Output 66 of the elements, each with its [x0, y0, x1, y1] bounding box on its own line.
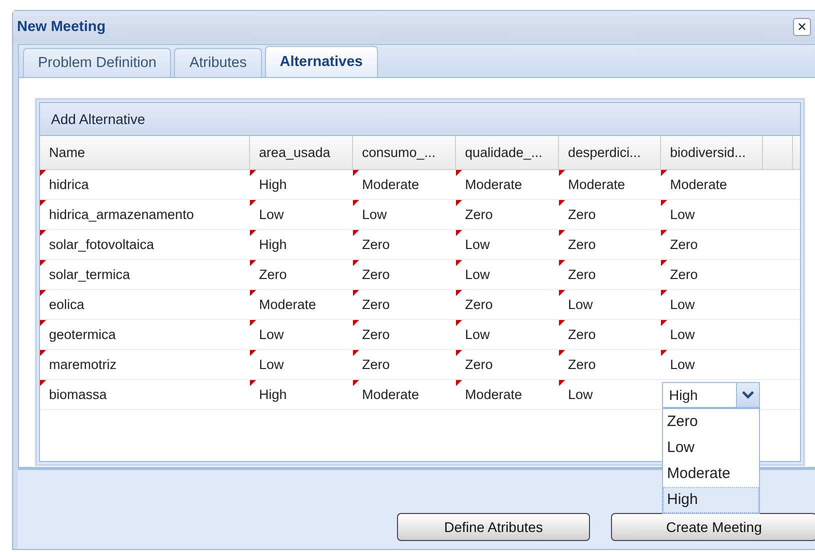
table-cell: Low — [456, 230, 559, 259]
dropdown-option[interactable]: High — [663, 487, 759, 513]
table-cell: Low — [661, 290, 763, 319]
grid-title: Add Alternative — [39, 102, 801, 135]
table-cell: Zero — [250, 260, 353, 289]
dropdown-option[interactable]: Zero — [663, 409, 759, 435]
dropdown-field[interactable]: High — [662, 382, 760, 408]
table-cell: Zero — [353, 230, 456, 259]
table-cell: Low — [250, 200, 353, 229]
table-cell: Moderate — [559, 170, 661, 199]
column-header[interactable]: biodiversid... — [661, 136, 763, 169]
table-cell: Low — [661, 350, 763, 379]
table-cell: maremotriz — [40, 350, 250, 379]
dropdown-option[interactable]: Moderate — [663, 461, 759, 487]
table-cell: Zero — [559, 320, 661, 349]
table-cell: Moderate — [353, 380, 456, 409]
table-cell: Zero — [661, 230, 763, 259]
window-title: New Meeting — [17, 18, 106, 34]
column-header[interactable]: Name — [40, 136, 250, 169]
table-cell: Zero — [353, 290, 456, 319]
dropdown-option[interactable]: Low — [663, 435, 759, 461]
table-cell: Zero — [559, 200, 661, 229]
table-cell: geotermica — [40, 320, 250, 349]
table-cell: Zero — [456, 350, 559, 379]
table-cell: Zero — [353, 320, 456, 349]
table-cell: Zero — [456, 290, 559, 319]
table-cell: Zero — [559, 350, 661, 379]
table-cell: Low — [250, 350, 353, 379]
table-cell: Moderate — [456, 170, 559, 199]
table-cell: hidrica — [40, 170, 250, 199]
column-header[interactable]: qualidade_... — [456, 136, 559, 169]
column-header[interactable]: desperdici... — [559, 136, 661, 169]
table-cell: Moderate — [456, 380, 559, 409]
table-cell: High — [250, 170, 353, 199]
table-cell: solar_fotovoltaica — [40, 230, 250, 259]
table-cell: Low — [456, 260, 559, 289]
table-cell: Moderate — [353, 170, 456, 199]
column-header[interactable]: consumo_... — [353, 136, 456, 169]
table-cell: Zero — [353, 350, 456, 379]
close-button[interactable]: ✕ — [793, 18, 811, 36]
table-cell: Low — [456, 320, 559, 349]
tab[interactable]: Problem Definition — [23, 48, 172, 77]
table-cell: Low — [559, 290, 661, 319]
action-button[interactable]: Create Meeting — [611, 513, 815, 541]
table-cell: Low — [559, 380, 661, 409]
table-cell: Moderate — [661, 170, 763, 199]
table-cell: biomassa — [40, 380, 250, 409]
table-cell: Zero — [456, 200, 559, 229]
table-cell: hidrica_armazenamento — [40, 200, 250, 229]
table-cell: Low — [250, 320, 353, 349]
tab[interactable]: Alternatives — [264, 46, 378, 77]
action-button[interactable]: Define Atributes — [397, 513, 590, 541]
table-cell: High — [250, 230, 353, 259]
tab[interactable]: Atributes — [174, 48, 262, 77]
table-cell: Zero — [353, 260, 456, 289]
table-cell: Low — [353, 200, 456, 229]
table-cell: High — [250, 380, 353, 409]
column-header[interactable]: area_usada — [250, 136, 353, 169]
table-cell: solar_termica — [40, 260, 250, 289]
table-cell: Zero — [559, 260, 661, 289]
table-cell: Zero — [559, 230, 661, 259]
table-cell: Zero — [661, 260, 763, 289]
table-cell: Low — [661, 200, 763, 229]
table-cell: eolica — [40, 290, 250, 319]
table-cell: Moderate — [250, 290, 353, 319]
table-cell: Low — [661, 320, 763, 349]
